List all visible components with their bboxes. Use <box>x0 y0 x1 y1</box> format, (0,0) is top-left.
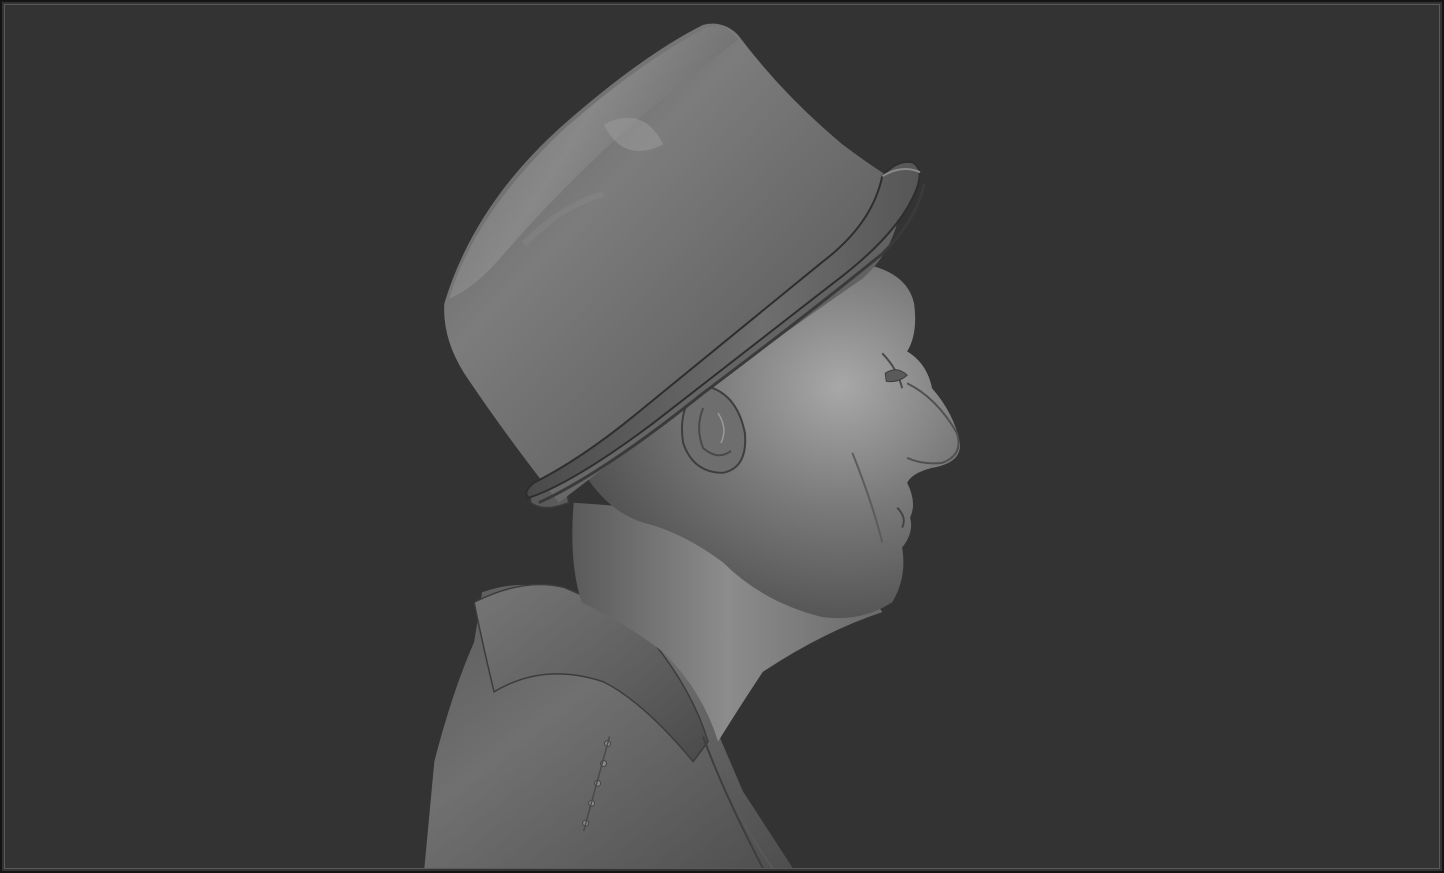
viewport-canvas-area[interactable] <box>4 4 1440 869</box>
sculpt-canvas[interactable] <box>5 5 1439 868</box>
viewport-frame <box>0 0 1444 873</box>
